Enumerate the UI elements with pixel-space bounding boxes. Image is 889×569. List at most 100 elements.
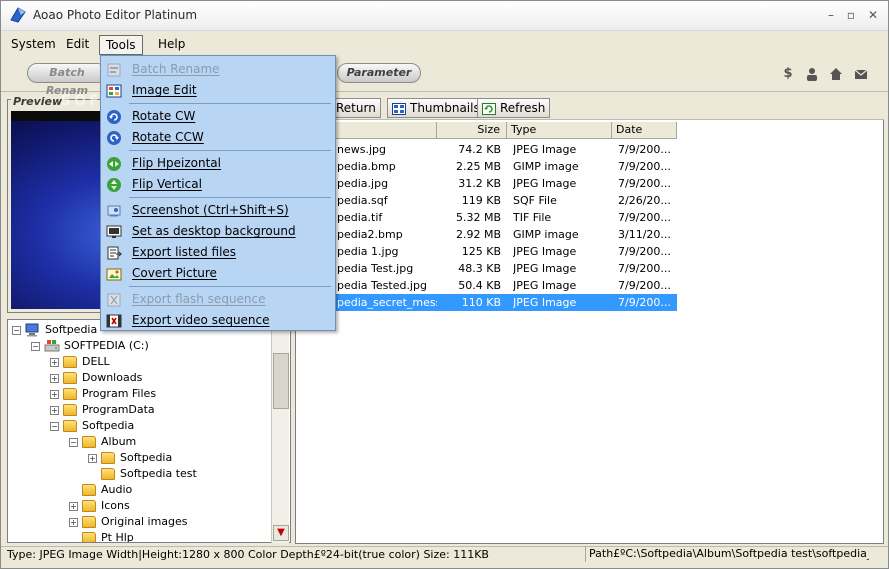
file-name-cell: pedia.tif xyxy=(337,211,383,224)
menu-help[interactable]: Help xyxy=(152,35,191,55)
expand-icon[interactable]: + xyxy=(50,389,59,399)
column-size-header[interactable]: Size xyxy=(437,122,507,139)
folder-tree[interactable]: − Softpedia − SOFTPEDIA (C:) + DELL + Downloads… xyxy=(7,319,291,543)
collapse-icon[interactable]: − xyxy=(31,341,40,351)
tree-scroll-thumb[interactable] xyxy=(273,353,289,409)
tools-menu-item-label: Rotate CW xyxy=(132,109,196,123)
expand-icon[interactable]: + xyxy=(50,373,59,383)
app-logo-icon xyxy=(10,7,26,23)
table-row[interactable]: pedia.jpg 31.2 KB JPEG Image 7/9/200... xyxy=(297,175,677,192)
file-size-cell: 125 KB xyxy=(461,245,501,258)
tools-menu-item[interactable]: Screenshot (Ctrl+Shift+S) xyxy=(101,200,335,221)
batch-rename-button[interactable]: Batch Renam xyxy=(27,63,107,97)
title-bar[interactable]: Aoao Photo Editor Platinum – ▫ ✕ xyxy=(1,1,888,31)
file-name-cell: pedia2.bmp xyxy=(337,228,403,241)
user-icon[interactable] xyxy=(805,67,819,81)
menu-separator xyxy=(129,197,331,198)
window-title: Aoao Photo Editor Platinum xyxy=(33,8,198,22)
tools-menu-item[interactable]: Export listed files xyxy=(101,242,335,263)
tree-item[interactable]: − SOFTPEDIA (C:) xyxy=(31,338,149,354)
tree-item-label: Softpedia xyxy=(120,451,173,464)
table-row[interactable]: pedia.sqf 119 KB SQF File 2/26/20... xyxy=(297,192,677,209)
tools-menu-item[interactable]: Image Edit xyxy=(101,80,335,101)
tree-item[interactable]: + Program Files xyxy=(50,386,156,402)
tools-menu-item[interactable]: Flip Vertical xyxy=(101,174,335,195)
tree-item[interactable]: − Softpedia xyxy=(12,322,97,338)
tree-item[interactable]: Pt Hlp xyxy=(69,530,134,542)
file-type-cell: GIMP image xyxy=(513,228,579,241)
tree-item[interactable]: + Softpedia xyxy=(88,450,172,466)
file-size-cell: 48.3 KB xyxy=(458,262,501,275)
column-type-header[interactable]: Type xyxy=(507,122,612,139)
thumbnails-button[interactable]: Thumbnails xyxy=(387,98,485,118)
collapse-icon[interactable]: − xyxy=(12,325,21,335)
file-name-cell: pedia.bmp xyxy=(337,160,396,173)
tree-item[interactable]: − Softpedia xyxy=(50,418,134,434)
file-type-cell: JPEG Image xyxy=(513,177,577,190)
home-icon[interactable] xyxy=(829,67,843,81)
folder-icon xyxy=(63,388,77,400)
file-size-cell: 2.92 MB xyxy=(455,228,501,241)
tools-menu-item[interactable]: Rotate CCW xyxy=(101,127,335,148)
tree-item[interactable]: + DELL xyxy=(50,354,110,370)
tools-menu-item[interactable]: Export video sequence xyxy=(101,310,335,331)
tools-menu-item[interactable]: Rotate CW xyxy=(101,106,335,127)
collapse-icon[interactable]: − xyxy=(50,421,59,431)
file-type-cell: JPEG Image xyxy=(513,296,577,309)
column-date-header[interactable]: Date xyxy=(612,122,677,139)
maximize-icon[interactable]: ▫ xyxy=(843,7,859,23)
return-label: Return xyxy=(336,101,376,115)
table-row[interactable]: pedia Tested.jpg 50.4 KB JPEG Image 7/9/200… xyxy=(297,277,677,294)
tree-item[interactable]: Audio xyxy=(69,482,132,498)
mail-icon[interactable] xyxy=(854,67,868,81)
tree-item-label: Original images xyxy=(101,515,188,528)
tools-menu-item[interactable]: Set as desktop background xyxy=(101,221,335,242)
status-info: Type: JPEG Image Width|Height:1280 x 800… xyxy=(7,548,489,561)
expand-icon[interactable]: + xyxy=(69,501,78,511)
screenshot-icon xyxy=(107,205,121,217)
minimize-icon[interactable]: – xyxy=(823,7,839,23)
table-row[interactable]: pedia_secret_mess... 110 KB JPEG Image 7/9/… xyxy=(297,294,677,311)
menu-tools[interactable]: Tools xyxy=(99,35,143,55)
table-row[interactable]: pedia.bmp 2.25 MB GIMP image 7/9/200... xyxy=(297,158,677,175)
expand-icon[interactable]: + xyxy=(50,405,59,415)
expand-icon[interactable]: + xyxy=(88,453,97,463)
tree-scrollbar[interactable]: ▼ xyxy=(271,319,289,543)
file-type-cell: JPEG Image xyxy=(513,262,577,275)
convert-picture-icon xyxy=(106,268,122,281)
tools-menu-item[interactable]: Flip Hpeizontal xyxy=(101,153,335,174)
scroll-down-icon[interactable]: ▼ xyxy=(273,525,289,541)
tree-item[interactable]: + Icons xyxy=(69,498,130,514)
folder-icon xyxy=(63,404,77,416)
image-edit-icon xyxy=(106,84,122,98)
tools-menu-item-label: Export flash sequence xyxy=(132,292,266,306)
expand-icon[interactable]: + xyxy=(50,357,59,367)
table-row[interactable]: news.jpg 74.2 KB JPEG Image 7/9/200... xyxy=(297,141,677,158)
file-type-cell: JPEG Image xyxy=(513,245,577,258)
file-name-cell: news.jpg xyxy=(337,143,386,156)
expand-icon[interactable]: + xyxy=(69,517,78,527)
file-size-cell: 31.2 KB xyxy=(458,177,501,190)
menu-system[interactable]: System xyxy=(5,35,62,55)
table-row[interactable]: pedia2.bmp 2.92 MB GIMP image 3/11/20... xyxy=(297,226,677,243)
parameter-button[interactable]: Parameter xyxy=(337,63,421,83)
flip-horizontal-icon xyxy=(107,157,121,171)
dollar-icon[interactable]: $ xyxy=(781,67,795,81)
tree-item[interactable]: − Album xyxy=(69,434,136,450)
tree-item[interactable]: + Original images xyxy=(69,514,188,530)
tree-item[interactable]: + Downloads xyxy=(50,370,142,386)
tree-item-label: ProgramData xyxy=(82,403,155,416)
tools-menu-item[interactable]: Covert Picture xyxy=(101,263,335,284)
menu-edit[interactable]: Edit xyxy=(60,35,95,55)
table-row[interactable]: pedia.tif 5.32 MB TIF File 7/9/200... xyxy=(297,209,677,226)
refresh-button[interactable]: Refresh xyxy=(477,98,551,118)
table-row[interactable]: pedia 1.jpg 125 KB JPEG Image 7/9/200... xyxy=(297,243,677,260)
tree-item[interactable]: Softpedia test xyxy=(88,466,197,482)
tree-item[interactable]: + ProgramData xyxy=(50,402,155,418)
close-icon[interactable]: ✕ xyxy=(865,7,881,23)
rotate-cw-icon xyxy=(107,110,121,124)
collapse-icon[interactable]: − xyxy=(69,437,78,447)
menu-separator xyxy=(129,150,331,151)
folder-icon xyxy=(82,484,96,496)
table-row[interactable]: pedia Test.jpg 48.3 KB JPEG Image 7/9/200..… xyxy=(297,260,677,277)
